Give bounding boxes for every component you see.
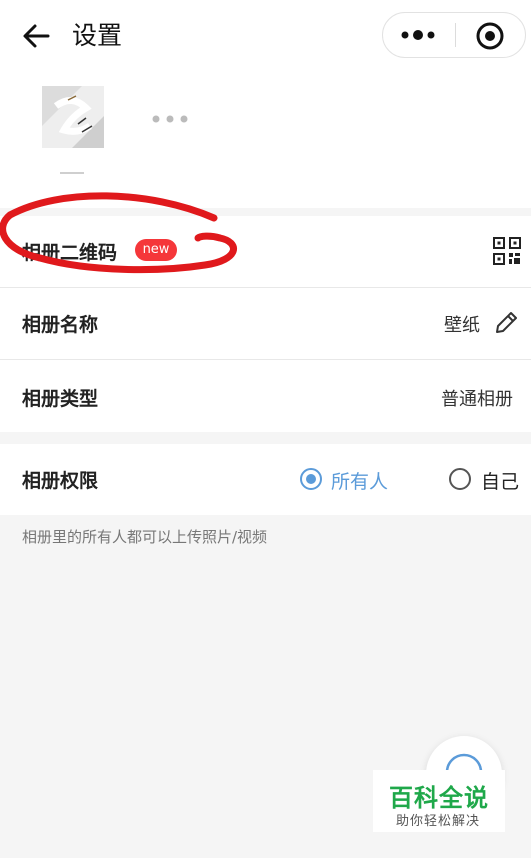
album-header xyxy=(0,72,531,208)
row-label: 相册权限 xyxy=(22,470,99,492)
close-mini-program-button[interactable] xyxy=(473,19,507,53)
row-label: 相册类型 xyxy=(22,388,99,410)
radio-selected-dot xyxy=(306,474,316,484)
more-button[interactable] xyxy=(383,13,453,57)
radio-label-everyone[interactable]: 所有人 xyxy=(331,467,388,494)
permission-hint: 相册里的所有人都可以上传照片/视频 xyxy=(22,528,268,546)
target-circle-icon xyxy=(476,22,504,50)
qr-code-icon[interactable] xyxy=(493,237,521,265)
row-album-type[interactable]: 相册类型 普通相册 xyxy=(0,360,531,432)
page-title: 设置 xyxy=(72,21,123,50)
row-album-qr-code[interactable]: 相册二维码 new xyxy=(0,216,531,287)
album-name-value: 壁纸 xyxy=(444,315,480,336)
ellipsis-icon xyxy=(152,115,188,123)
capsule-divider xyxy=(455,23,456,47)
row-label: 相册二维码 xyxy=(22,242,118,264)
watermark-logo: 百科全说 助你轻松解决 xyxy=(373,770,505,832)
row-label: 相册名称 xyxy=(22,314,99,336)
new-badge: new xyxy=(135,239,177,261)
album-caption-blurred xyxy=(58,162,88,174)
back-button[interactable] xyxy=(18,18,54,54)
radio-only-me[interactable] xyxy=(449,468,471,490)
radio-everyone[interactable] xyxy=(300,468,322,490)
mini-program-capsule xyxy=(382,12,526,58)
watermark-title: 百科全说 xyxy=(389,784,489,812)
row-album-name[interactable]: 相册名称 壁纸 xyxy=(0,288,531,359)
album-cover-image[interactable] xyxy=(42,86,104,148)
watermark-subtitle: 助你轻松解决 xyxy=(396,814,481,829)
album-type-value: 普通相册 xyxy=(441,389,513,410)
more-dots-icon xyxy=(401,30,435,40)
arrow-left-icon xyxy=(23,24,50,48)
radio-label-only-me[interactable]: 自己 xyxy=(481,467,519,494)
pencil-edit-icon[interactable] xyxy=(493,310,519,336)
album-more-button[interactable] xyxy=(151,110,191,123)
row-album-permission: 相册权限 所有人 自己 xyxy=(0,444,531,515)
nav-bar: 设置 xyxy=(0,0,531,72)
settings-page: 设置 相册二维码 new 相册名称 壁纸 相册类型 普通相册 相册权限 所有人 … xyxy=(0,0,531,858)
